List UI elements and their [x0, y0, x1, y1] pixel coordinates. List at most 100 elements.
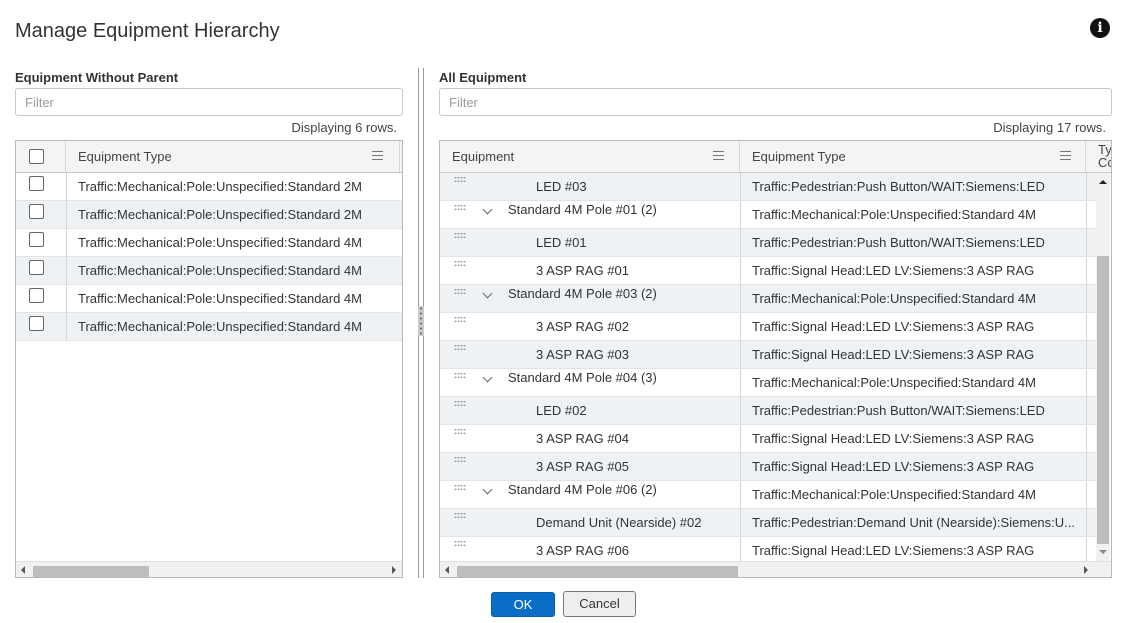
right-row-count: Displaying 17 rows. — [993, 120, 1106, 135]
row-checkbox[interactable] — [29, 204, 44, 219]
left-grid: Equipment Type Traffic:Mechanical:Pole:U… — [15, 140, 403, 578]
equipment-name-cell: 3 ASP RAG #02 — [536, 319, 629, 334]
drag-handle-icon[interactable] — [454, 344, 466, 351]
equipment-name-cell: Standard 4M Pole #03 (2) — [508, 286, 657, 301]
drag-handle-icon[interactable] — [454, 428, 466, 435]
equipment-type-cell: Traffic:Mechanical:Pole:Unspecified:Stan… — [752, 291, 1036, 306]
equipment-type-cell: Traffic:Signal Head:LED LV:Siemens:3 ASP… — [752, 319, 1035, 334]
right-panel-label: All Equipment — [439, 70, 527, 85]
right-grid: Equipment Equipment Type Ty Cc LED #03Tr… — [439, 140, 1112, 578]
equipment-name-cell: Demand Unit (Nearside) #02 — [536, 515, 702, 530]
table-row[interactable]: Traffic:Mechanical:Pole:Unspecified:Stan… — [16, 229, 402, 257]
table-row[interactable]: LED #02 Traffic:Pedestrian:Push Button/WA… — [440, 397, 1096, 425]
drag-handle-icon[interactable] — [454, 260, 466, 267]
row-checkbox[interactable] — [29, 316, 44, 331]
table-row[interactable]: Standard 4M Pole #06 (2) Traffic:Mechanic… — [440, 481, 1096, 509]
column-menu-icon[interactable] — [713, 151, 724, 160]
equipment-type-cell: Traffic:Pedestrian:Push Button/WAIT:Siem… — [752, 179, 1045, 194]
left-grid-header: Equipment Type — [16, 141, 402, 173]
table-row[interactable]: Standard 4M Pole #01 (2) Traffic:Mechanic… — [440, 201, 1096, 229]
equipment-name-cell: Standard 4M Pole #04 (3) — [508, 370, 657, 385]
drag-handle-icon[interactable] — [454, 372, 466, 379]
chevron-down-icon[interactable] — [482, 288, 493, 299]
cancel-button[interactable]: Cancel — [563, 591, 636, 617]
equipment-type-cell: Traffic:Mechanical:Pole:Unspecified:Stan… — [78, 263, 362, 278]
info-icon[interactable]: i — [1090, 18, 1110, 38]
right-horizontal-scrollbar[interactable] — [440, 561, 1111, 577]
equipment-name-cell: LED #01 — [536, 235, 587, 250]
scroll-right-arrow-icon[interactable] — [392, 566, 396, 574]
table-row[interactable]: Traffic:Mechanical:Pole:Unspecified:Stan… — [16, 173, 402, 201]
chevron-down-icon[interactable] — [482, 484, 493, 495]
drag-handle-icon[interactable] — [454, 316, 466, 323]
equipment-type-cell: Traffic:Signal Head:LED LV:Siemens:3 ASP… — [752, 431, 1035, 446]
equipment-type-cell: Traffic:Mechanical:Pole:Unspecified:Stan… — [752, 487, 1036, 502]
table-row[interactable]: 3 ASP RAG #04 Traffic:Signal Head:LED LV:… — [440, 425, 1096, 453]
right-vertical-scrollbar[interactable] — [1096, 173, 1110, 561]
row-checkbox[interactable] — [29, 176, 44, 191]
table-row[interactable]: Standard 4M Pole #03 (2) Traffic:Mechanic… — [440, 285, 1096, 313]
drag-handle-icon[interactable] — [454, 484, 466, 491]
col-equipment-header[interactable]: Equipment — [440, 141, 740, 172]
table-row[interactable]: 3 ASP RAG #02 Traffic:Signal Head:LED LV:… — [440, 313, 1096, 341]
col-equipment-label: Equipment — [452, 149, 515, 164]
column-menu-icon[interactable] — [1060, 151, 1071, 160]
scroll-up-arrow-icon[interactable] — [1099, 180, 1107, 184]
row-checkbox[interactable] — [29, 232, 44, 247]
col-equipment-type-header[interactable]: Equipment Type — [740, 141, 1086, 172]
scroll-thumb[interactable] — [33, 566, 149, 577]
equipment-type-cell: Traffic:Pedestrian:Push Button/WAIT:Siem… — [752, 235, 1045, 250]
scroll-down-arrow-icon[interactable] — [1099, 550, 1107, 554]
col-equipment-type-label: Equipment Type — [752, 149, 846, 164]
drag-handle-icon[interactable] — [454, 288, 466, 295]
equipment-type-cell: Traffic:Mechanical:Pole:Unspecified:Stan… — [78, 235, 362, 250]
scroll-left-arrow-icon[interactable] — [21, 566, 25, 574]
table-row[interactable]: Standard 4M Pole #04 (3) Traffic:Mechanic… — [440, 369, 1096, 397]
scroll-thumb[interactable] — [457, 566, 738, 577]
left-horizontal-scrollbar[interactable] — [16, 561, 402, 577]
table-row[interactable]: Traffic:Mechanical:Pole:Unspecified:Stan… — [16, 201, 402, 229]
row-checkbox[interactable] — [29, 288, 44, 303]
scroll-right-arrow-icon[interactable] — [1084, 566, 1088, 574]
dialog-title: Manage Equipment Hierarchy — [15, 20, 280, 42]
chevron-down-icon[interactable] — [482, 372, 493, 383]
ok-button[interactable]: OK — [491, 592, 555, 617]
equipment-type-cell: Traffic:Signal Head:LED LV:Siemens:3 ASP… — [752, 459, 1035, 474]
col-cc-label: Cc — [1098, 155, 1111, 170]
equipment-type-cell: Traffic:Mechanical:Pole:Unspecified:Stan… — [752, 375, 1036, 390]
table-row[interactable]: Traffic:Mechanical:Pole:Unspecified:Stan… — [16, 313, 402, 341]
equipment-name-cell: Standard 4M Pole #01 (2) — [508, 202, 657, 217]
left-row-count: Displaying 6 rows. — [291, 120, 398, 135]
right-filter-input[interactable] — [439, 88, 1112, 116]
equipment-type-cell: Traffic:Mechanical:Pole:Unspecified:Stan… — [78, 207, 362, 222]
scroll-thumb[interactable] — [1097, 256, 1109, 544]
equipment-type-cell: Traffic:Signal Head:LED LV:Siemens:3 ASP… — [752, 347, 1035, 362]
col-equipment-type-header[interactable]: Equipment Type — [66, 141, 400, 172]
row-checkbox[interactable] — [29, 260, 44, 275]
equipment-name-cell: 3 ASP RAG #04 — [536, 431, 629, 446]
drag-handle-icon[interactable] — [454, 512, 466, 519]
drag-handle-icon[interactable] — [454, 400, 466, 407]
equipment-type-cell: Traffic:Pedestrian:Push Button/WAIT:Siem… — [752, 403, 1045, 418]
panel-splitter[interactable] — [416, 68, 426, 578]
drag-handle-icon[interactable] — [454, 540, 466, 547]
equipment-type-cell: Traffic:Pedestrian:Demand Unit (Nearside… — [752, 515, 1075, 530]
table-row[interactable]: Demand Unit (Nearside) #02 Traffic:Pedest… — [440, 509, 1096, 537]
select-all-checkbox[interactable] — [29, 149, 44, 164]
column-menu-icon[interactable] — [372, 151, 383, 160]
drag-handle-icon[interactable] — [454, 204, 466, 211]
table-row[interactable]: Traffic:Mechanical:Pole:Unspecified:Stan… — [16, 257, 402, 285]
table-row[interactable]: LED #01 Traffic:Pedestrian:Push Button/WA… — [440, 229, 1096, 257]
scroll-left-arrow-icon[interactable] — [445, 566, 449, 574]
col-type-code-header[interactable]: Ty Cc — [1086, 141, 1111, 172]
drag-handle-icon[interactable] — [454, 456, 466, 463]
select-all-cell — [16, 141, 66, 172]
equipment-name-cell: Standard 4M Pole #06 (2) — [508, 482, 657, 497]
drag-handle-icon[interactable] — [454, 176, 466, 183]
table-row[interactable]: Traffic:Mechanical:Pole:Unspecified:Stan… — [16, 285, 402, 313]
left-filter-input[interactable] — [15, 88, 403, 116]
splitter-grip-icon[interactable] — [418, 306, 424, 336]
chevron-down-icon[interactable] — [482, 204, 493, 215]
left-panel-label: Equipment Without Parent — [15, 70, 179, 85]
drag-handle-icon[interactable] — [454, 232, 466, 239]
